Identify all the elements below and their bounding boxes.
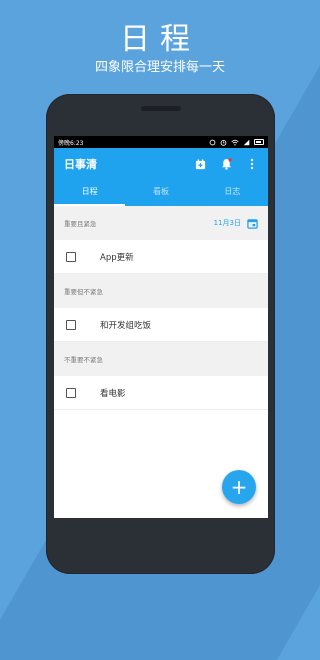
date-picker[interactable]: 11月3日 [214,218,258,229]
bell-icon[interactable] [220,158,232,170]
tab-bar: 日程 看板 日志 [54,180,268,206]
wifi-icon [231,139,239,145]
section-header-important-not-urgent: 重要但不紧急 [54,274,268,308]
task-label: App更新 [100,252,134,263]
task-checkbox[interactable] [66,387,76,398]
app-bar: 日事清 [54,148,268,180]
promo-subtitle: 四象限合理安排每一天 [94,60,225,75]
status-icons [209,139,264,146]
promo-title: 日程 [120,22,200,57]
date-label: 11月3日 [213,219,241,227]
task-label: 和开发组吃饭 [100,320,152,331]
status-time: 傍晚6:23 [58,139,84,147]
task-row[interactable]: App更新 [54,240,268,274]
task-row[interactable]: 和开发组吃饭 [54,308,268,342]
alarm-icon [220,139,227,146]
phone-screen: 傍晚6:23 日事清 日程 看板 日志 重要且紧急 11月3日 App更新 重要… [54,136,268,518]
tab-schedule[interactable]: 日程 [54,180,126,206]
sync-icon [209,139,216,145]
section-title: 重要但不紧急 [64,288,103,296]
calendar-icon[interactable] [247,218,258,229]
signal-icon [243,139,250,145]
task-checkbox[interactable] [66,251,76,262]
tab-log[interactable]: 日志 [197,180,268,206]
add-calendar-icon[interactable] [194,158,206,170]
task-label: 看电影 [100,388,126,399]
more-vert-icon[interactable] [246,158,258,170]
app-title: 日事清 [64,158,97,171]
phone-speaker [141,106,181,111]
section-title: 重要且紧急 [64,220,97,228]
add-task-button[interactable]: + [222,470,256,504]
section-header-important-urgent: 重要且紧急 11月3日 [54,206,268,240]
status-bar: 傍晚6:23 [54,136,268,148]
plus-icon: + [230,475,248,499]
battery-icon [254,139,264,145]
task-row[interactable]: 看电影 [54,376,268,410]
section-title: 不重要不紧急 [64,356,103,364]
task-checkbox[interactable] [66,319,76,330]
app-bar-actions [194,158,258,170]
tab-board[interactable]: 看板 [125,180,196,206]
section-header-not-important-not-urgent: 不重要不紧急 [54,342,268,376]
